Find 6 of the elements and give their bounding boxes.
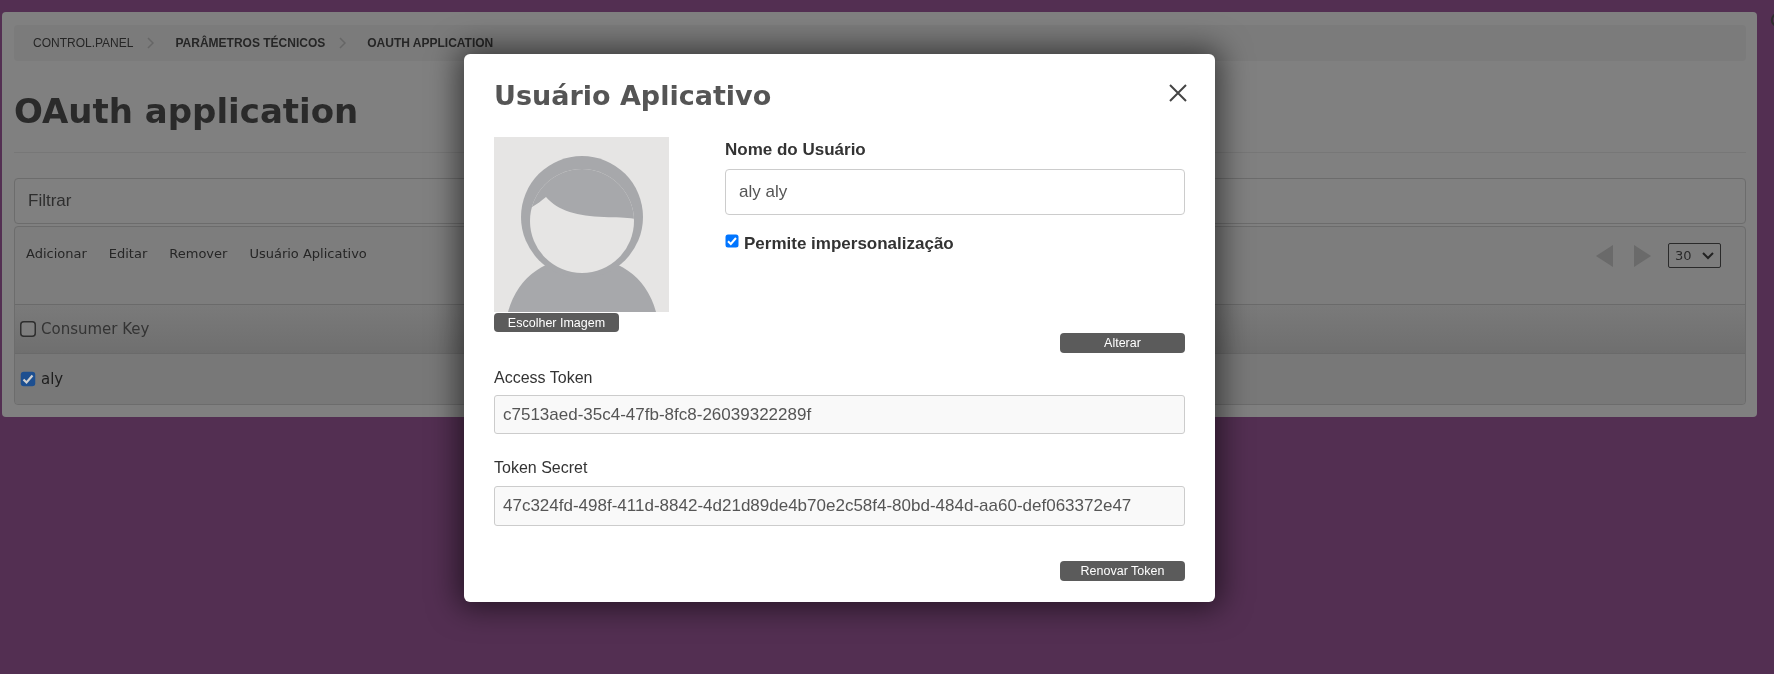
field-label: Token Secret — [494, 458, 588, 478]
table-cell: aly — [41, 370, 64, 388]
page-title: OAuth application — [14, 90, 359, 132]
field-label: Access Token — [494, 368, 593, 388]
dialog-title: Usuário Aplicativo — [494, 80, 772, 112]
field-label: Nome do Usuário — [725, 140, 866, 160]
